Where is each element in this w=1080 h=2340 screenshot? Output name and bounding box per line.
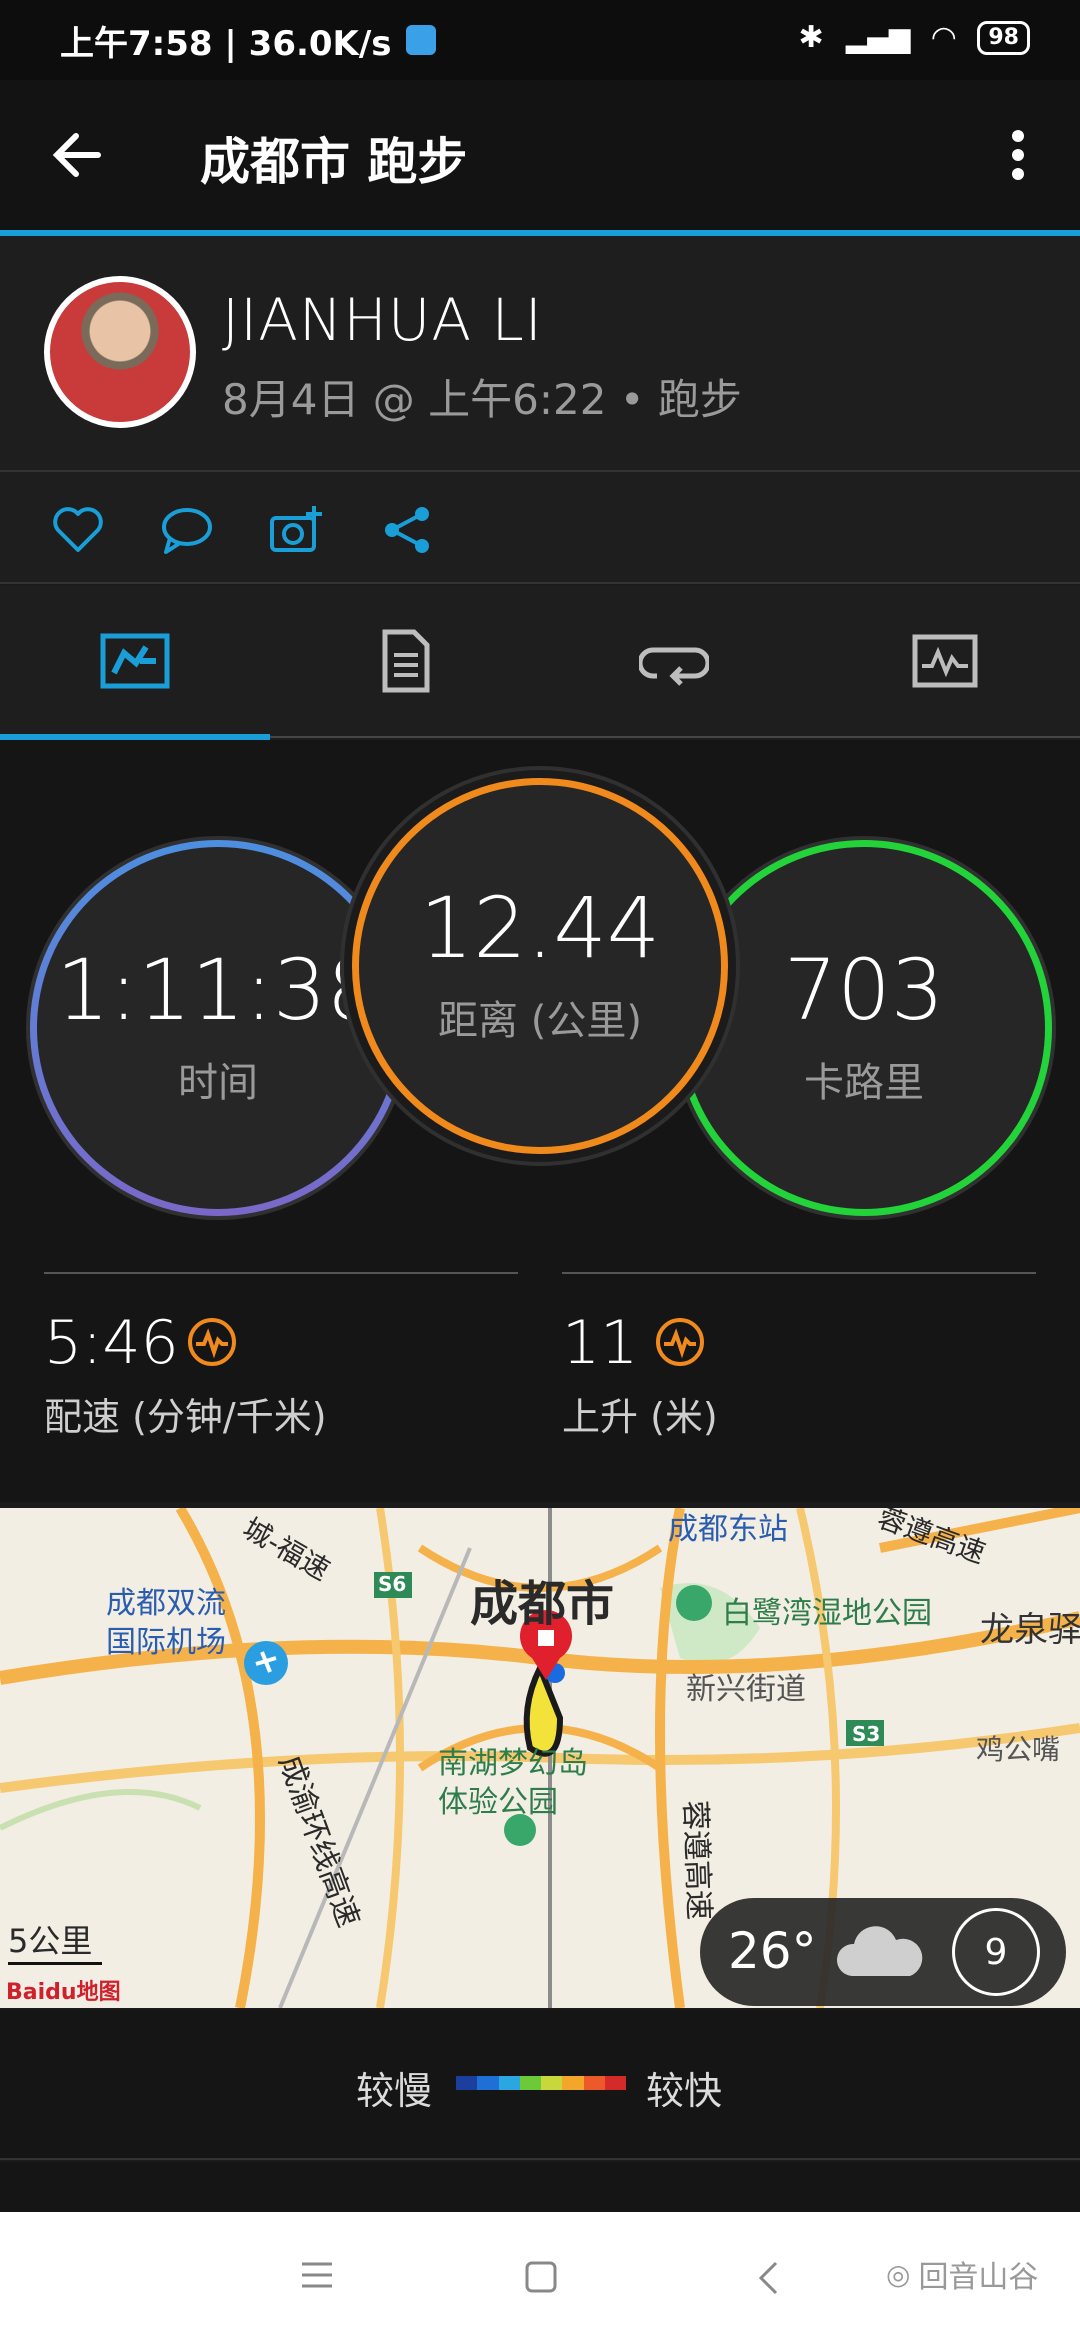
add-photo-icon[interactable] — [268, 502, 324, 558]
map-label-s6: S6 — [378, 1572, 407, 1596]
calories-ring: 703 卡路里 — [676, 840, 1052, 1216]
app-bar: 成都市 跑步 — [0, 80, 1080, 230]
time-label: 时间 — [178, 1060, 258, 1106]
wifi-icon: ◠ — [932, 20, 956, 55]
stats-panel: 1:11:38 时间 703 卡路里 12.44 距离 (公里) 5:46 配速… — [0, 740, 1080, 1502]
ascent-label: 上升 (米) — [562, 1395, 718, 1439]
map-label-wetland-park: 白鹭湾湿地公园 — [722, 1596, 932, 1631]
legend-color-5 — [541, 2076, 563, 2090]
calories-value: 703 — [783, 941, 945, 1039]
pace-insight-icon[interactable] — [186, 1316, 238, 1368]
map-label-jigongzui: 鸡公嘴 — [976, 1733, 1061, 1766]
share-icon[interactable] — [380, 502, 436, 558]
tab-laps[interactable] — [634, 626, 714, 696]
more-options-icon[interactable] — [1010, 128, 1026, 182]
wind-speed: 9 — [984, 1931, 1008, 1973]
ascent-insight-icon[interactable] — [654, 1316, 706, 1368]
action-bar — [0, 472, 1080, 584]
charts-heartbeat-icon — [912, 634, 978, 688]
back-chevron-icon[interactable] — [756, 2260, 780, 2296]
distance-label: 距离 (公里) — [438, 998, 642, 1044]
ascent-value: 11 — [562, 1308, 639, 1378]
content-bottom — [0, 2162, 1080, 2212]
menu-icon[interactable] — [300, 2260, 334, 2290]
wind-indicator: 9 — [952, 1908, 1040, 1996]
metric-divider-left — [44, 1272, 518, 1274]
tab-overview[interactable] — [95, 626, 175, 696]
battery-indicator: 98 — [977, 20, 1030, 55]
calories-label: 卡路里 — [804, 1060, 924, 1106]
map-scale: 5公里 — [8, 1916, 103, 1965]
legend-color-7 — [583, 2076, 605, 2090]
speed-legend: 较慢 较快 — [0, 2010, 1080, 2160]
map-label-lake-park: 南湖梦幻岛 体验公园 — [438, 1746, 588, 1820]
status-time: 上午7:58 | 36.0K/s — [60, 23, 392, 64]
map-label-east-station: 成都东站 — [668, 1512, 788, 1547]
map-brand-logo: Baidu地图 — [6, 1980, 121, 2005]
map-label-city: 成都市 — [470, 1576, 615, 1632]
wechat-icon: ◎ — [886, 2257, 911, 2291]
tab-divider — [270, 736, 1080, 738]
distance-ring: 12.44 距离 (公里) — [352, 778, 728, 1154]
weather-temperature: 26° — [728, 1922, 817, 1980]
signal-icon: ▂▄▆ — [845, 21, 911, 54]
comment-icon[interactable] — [158, 502, 214, 558]
legend-color-1 — [456, 2076, 478, 2090]
like-heart-icon[interactable] — [50, 502, 106, 558]
activity-meta: 8月4日 @ 上午6:22 • 跑步 — [222, 375, 742, 424]
overview-icon — [100, 633, 170, 689]
weather-badge: 26° 9 — [700, 1898, 1066, 2006]
time-ring: 1:11:38 时间 — [30, 840, 406, 1216]
home-square-icon[interactable] — [524, 2260, 558, 2294]
time-value: 1:11:38 — [56, 941, 380, 1039]
legend-color-bar — [456, 2076, 626, 2090]
page-title: 成都市 跑步 — [200, 133, 468, 191]
status-bar: 上午7:58 | 36.0K/s ✱ ▂▄▆ ◠ 98 — [0, 0, 1080, 80]
pace-value: 5:46 — [44, 1308, 179, 1378]
laps-loop-icon — [639, 647, 709, 686]
map-label-s3: S3 — [852, 1722, 881, 1746]
activity-header: JIANHUA LI 8月4日 @ 上午6:22 • 跑步 — [0, 236, 1080, 472]
tab-charts[interactable] — [905, 626, 985, 696]
cloud-icon — [836, 1926, 923, 1976]
distance-value: 12.44 — [419, 879, 661, 977]
notification-icon — [405, 25, 436, 55]
map-label-longquan: 龙泉驿 — [980, 1610, 1080, 1650]
watermark: ◎ 回音山谷 — [886, 2252, 1038, 2296]
avatar[interactable] — [44, 276, 196, 428]
legend-color-6 — [562, 2076, 584, 2090]
back-arrow-icon[interactable] — [52, 132, 102, 178]
legend-color-2 — [477, 2076, 499, 2090]
legend-color-4 — [519, 2076, 541, 2090]
tab-details[interactable] — [366, 626, 446, 696]
system-nav-bar: ◎ 回音山谷 — [0, 2212, 1080, 2340]
legend-fast-label: 较快 — [646, 2069, 723, 2113]
legend-color-8 — [604, 2076, 626, 2090]
map-label-airport: 成都双流 国际机场 — [106, 1586, 226, 1660]
bluetooth-icon: ✱ — [798, 20, 824, 55]
legend-color-3 — [498, 2076, 520, 2090]
map-label-street: 新兴街道 — [686, 1672, 806, 1707]
user-name[interactable]: JIANHUA LI — [222, 286, 543, 354]
details-document-icon — [382, 629, 430, 693]
activity-tabs — [0, 586, 1080, 740]
map-label-rongzun: 蓉遵高速 — [676, 1799, 717, 1921]
watermark-text: 回音山谷 — [918, 2260, 1039, 2295]
metric-divider-right — [562, 1272, 1036, 1274]
legend-slow-label: 较慢 — [356, 2069, 433, 2113]
pace-label: 配速 (分钟/千米) — [44, 1395, 327, 1439]
